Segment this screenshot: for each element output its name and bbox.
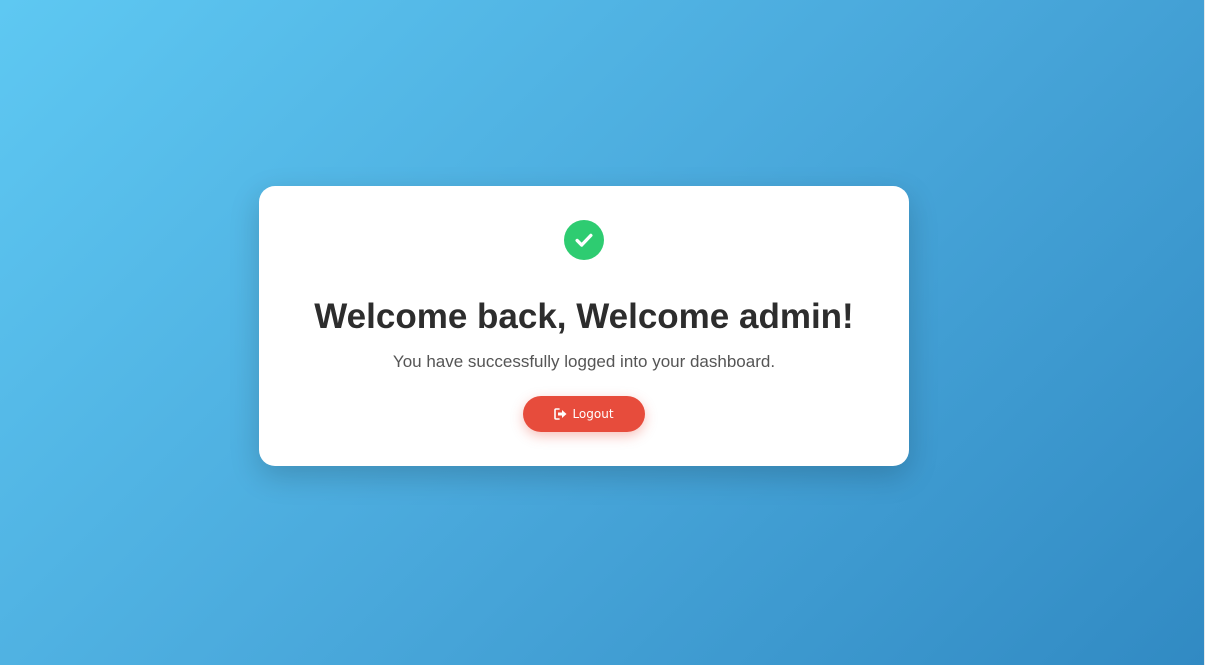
sign-out-icon <box>554 408 567 420</box>
welcome-card: Welcome back, Welcome admin! You have su… <box>259 186 909 466</box>
logout-label: Logout <box>572 407 614 421</box>
welcome-message: You have successfully logged into your d… <box>392 352 776 371</box>
logout-button[interactable]: Logout <box>523 396 645 432</box>
welcome-title: Welcome back, Welcome admin! <box>314 297 854 336</box>
page-background: Welcome back, Welcome admin! You have su… <box>0 0 1204 665</box>
check-circle-icon <box>564 220 604 260</box>
